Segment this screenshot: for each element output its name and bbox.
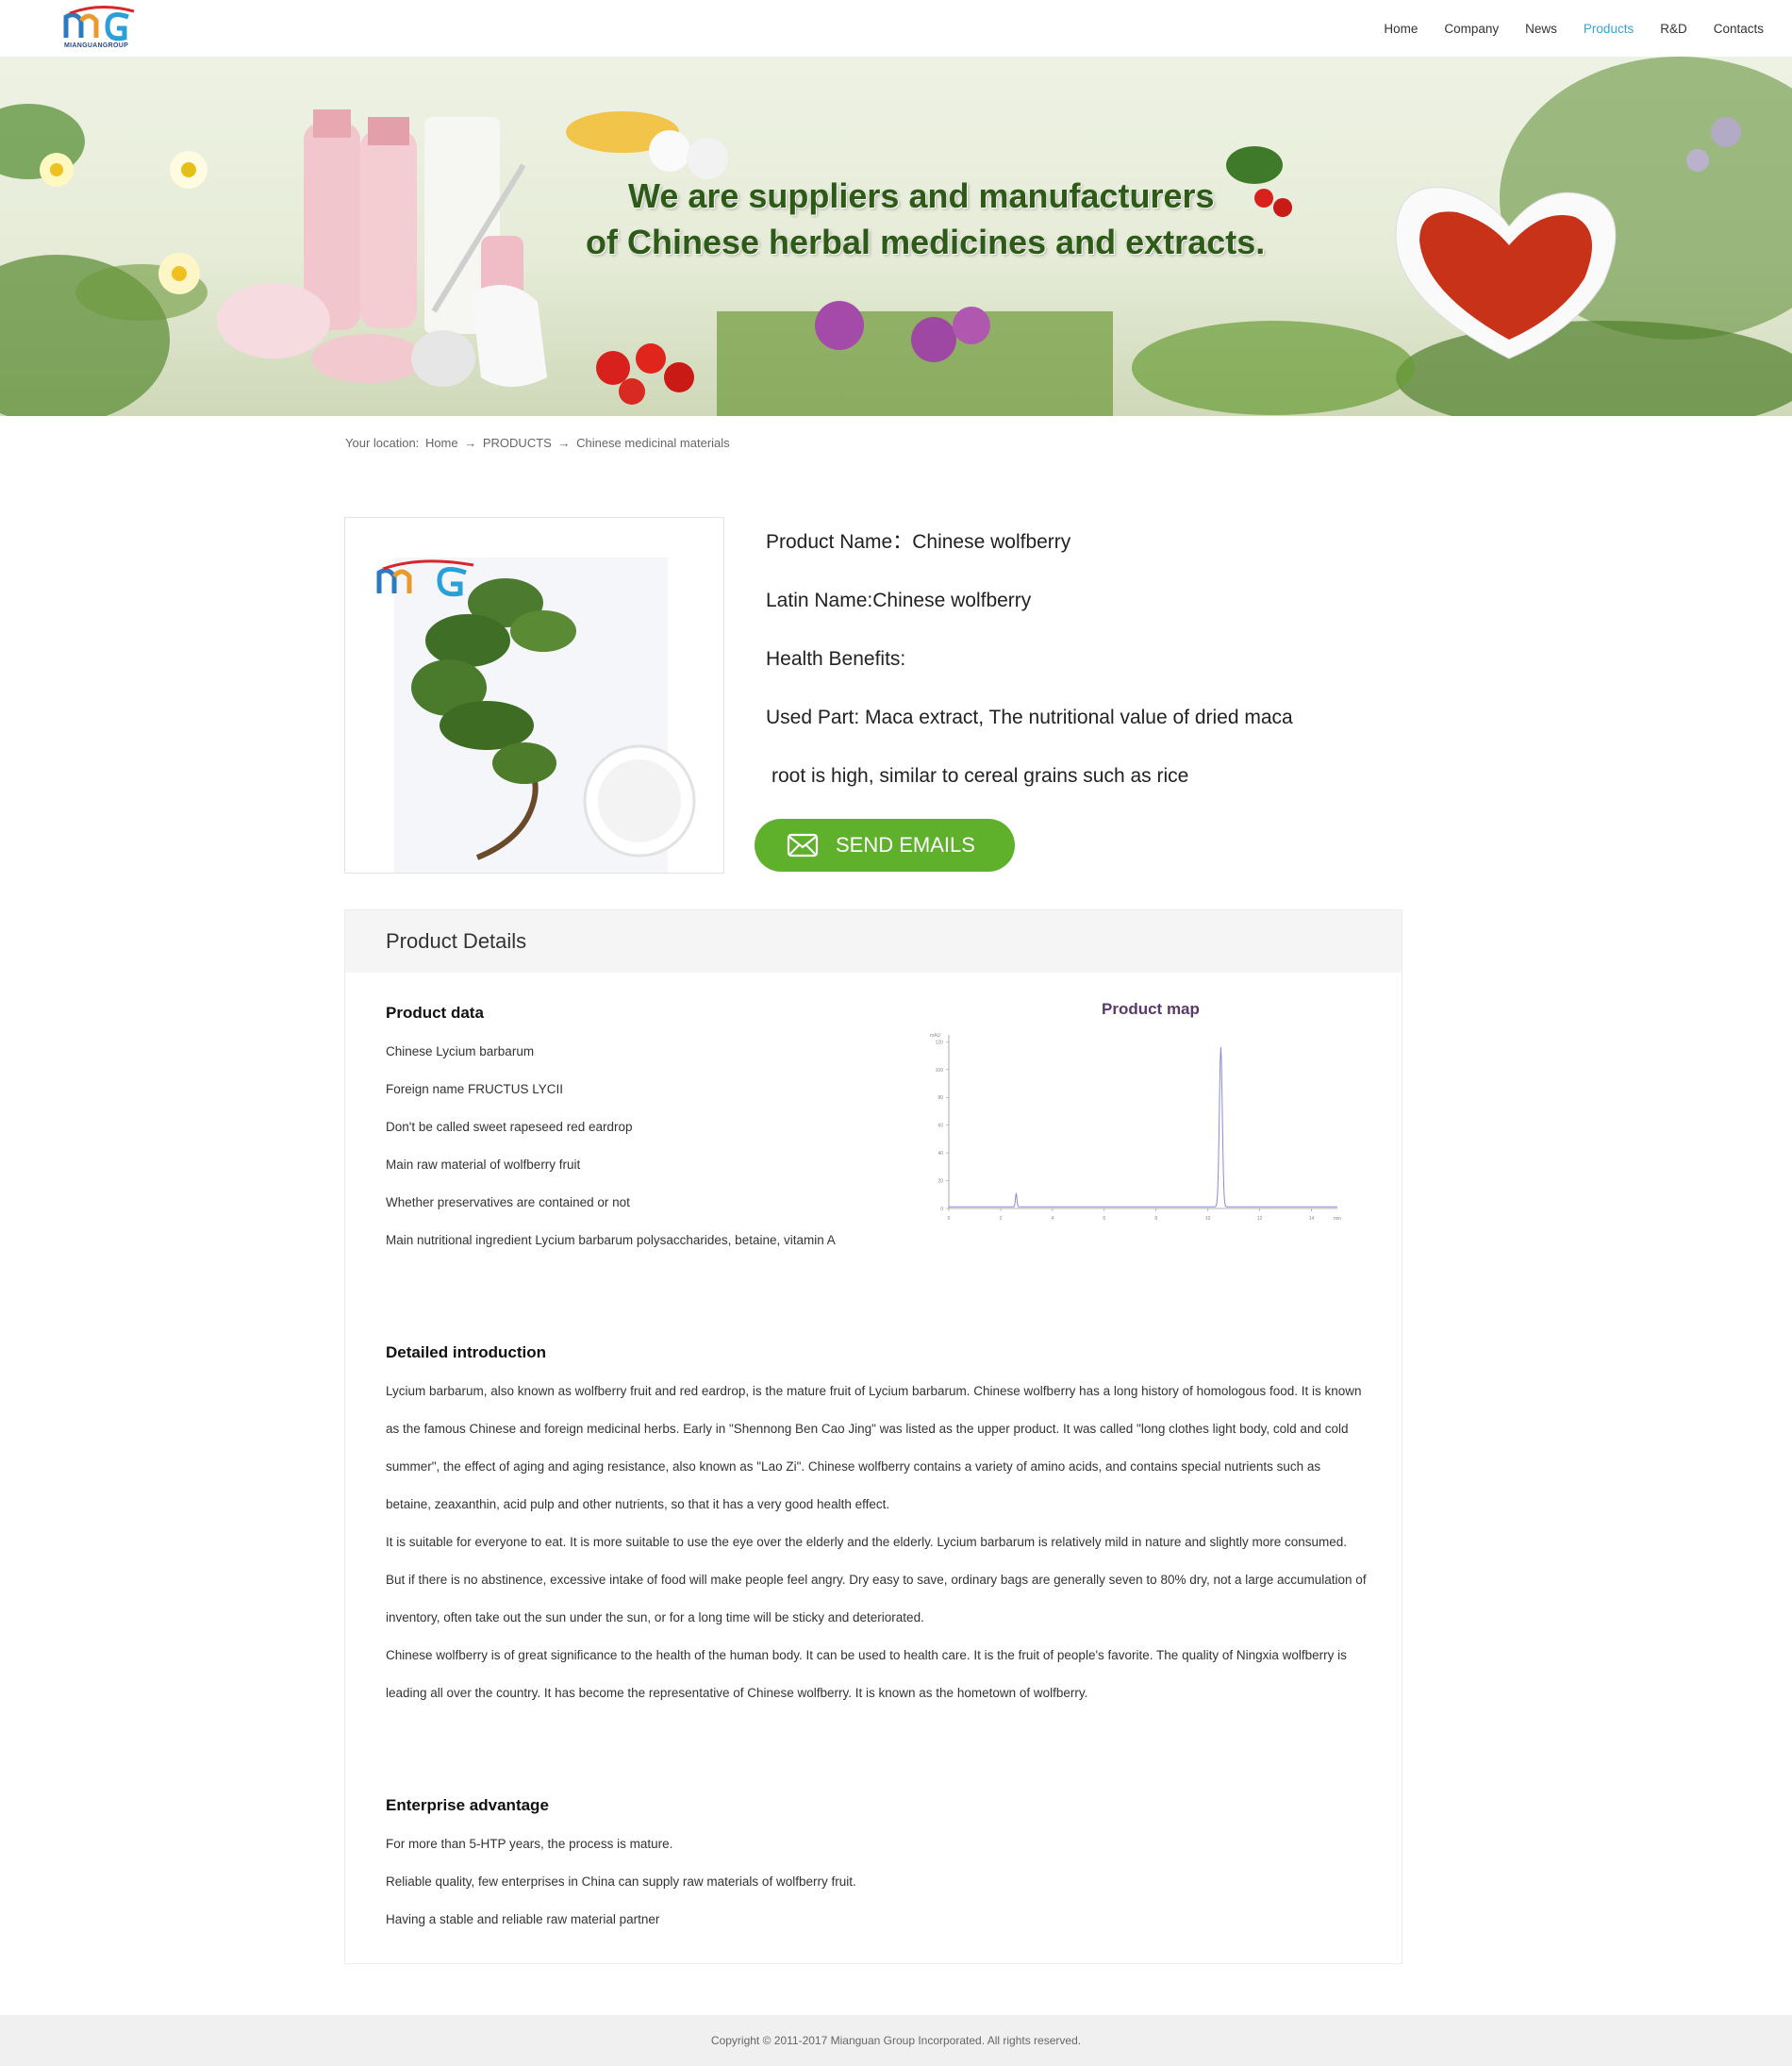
y-tick-label: 80 — [937, 1095, 943, 1101]
breadcrumb-separator: → — [464, 436, 477, 450]
nav-company[interactable]: Company — [1444, 22, 1499, 36]
x-tick-label: 0 — [948, 1216, 951, 1222]
main-nav: Home Company News Products R&D Contacts — [1357, 0, 1764, 57]
nav-news[interactable]: News — [1525, 22, 1557, 36]
breadcrumb-separator: → — [557, 436, 571, 450]
y-tick-label: 120 — [936, 1040, 944, 1045]
y-unit-label: mAU — [930, 1033, 941, 1039]
nav-rd[interactable]: R&D — [1660, 22, 1687, 36]
product-data-item: Main nutritional ingredient Lycium barba… — [386, 1233, 836, 1247]
enterprise-item: Having a stable and reliable raw materia… — [386, 1912, 660, 1926]
detailed-paragraph: Lycium barbarum, also known as wolfberry… — [386, 1384, 1362, 1511]
nav-home[interactable]: Home — [1384, 22, 1418, 36]
send-emails-label: SEND EMAILS — [836, 833, 975, 857]
breadcrumb-current[interactable]: Chinese medicinal materials — [576, 436, 730, 450]
used-part-continued: root is high, similar to cereal grains s… — [772, 765, 1189, 787]
breadcrumb-home[interactable]: Home — [425, 436, 458, 450]
product-data-item: Main raw material of wolfberry fruit — [386, 1158, 581, 1172]
send-emails-button[interactable]: SEND EMAILS — [755, 819, 1015, 872]
x-tick-label: 10 — [1205, 1216, 1211, 1222]
y-tick-label: 40 — [937, 1151, 943, 1157]
x-tick-label: 8 — [1154, 1216, 1157, 1222]
detailed-paragraph: Chinese wolfberry is of great significan… — [386, 1648, 1347, 1700]
latin-name: Latin Name:Chinese wolfberry — [766, 590, 1032, 611]
detailed-introduction-title: Detailed introduction — [386, 1343, 546, 1361]
nav-contacts[interactable]: Contacts — [1714, 22, 1764, 36]
x-tick-label: 4 — [1051, 1216, 1054, 1222]
enterprise-item: For more than 5-HTP years, the process i… — [386, 1837, 673, 1851]
banner-headline-line2: of Chinese herbal medicines and extracts… — [586, 223, 1266, 261]
site-header: MIANGUANGROUP Home Company News Products… — [0, 0, 1792, 57]
y-tick-label: 60 — [937, 1124, 943, 1129]
x-tick-label: 6 — [1103, 1216, 1105, 1222]
product-map-title: Product map — [1102, 1000, 1200, 1018]
health-benefits: Health Benefits: — [766, 648, 906, 670]
product-details-panel: Product Details Product data Chinese Lyc… — [344, 909, 1402, 1964]
envelope-icon — [787, 833, 819, 858]
product-data-item: Whether preservatives are contained or n… — [386, 1195, 630, 1209]
product-data-item: Foreign name FRUCTUS LYCII — [386, 1082, 564, 1096]
detailed-paragraph: It is suitable for everyone to eat. It i… — [386, 1535, 1367, 1624]
chromatogram-trace — [949, 1046, 1337, 1208]
chromatogram-chart: 0 20 40 60 80 100 120 0 2 4 6 8 10 12 14 mAU min — [930, 1033, 1341, 1222]
x-tick-label: 2 — [1000, 1216, 1003, 1222]
x-tick-label: 14 — [1309, 1216, 1315, 1222]
y-tick-label: 20 — [937, 1179, 943, 1185]
breadcrumb-prefix: Your location: — [345, 436, 420, 450]
product-photo — [376, 558, 696, 873]
enterprise-advantage-title: Enterprise advantage — [386, 1796, 549, 1814]
x-unit-label: min — [1334, 1216, 1341, 1222]
product-details-heading: Product Details — [345, 910, 1402, 973]
banner-headline-line1: We are suppliers and manufacturers — [628, 176, 1215, 215]
product-info: Product Name：Chinese wolfberry Latin Nam… — [766, 517, 1369, 809]
hero-banner: We are suppliers and manufacturers of Ch… — [0, 57, 1792, 416]
copyright-text: Copyright © 2011-2017 Mianguan Group Inc… — [710, 2034, 1082, 2047]
enterprise-item: Reliable quality, few enterprises in Chi… — [386, 1874, 856, 1889]
product-data-item: Don't be called sweet rapeseed red eardr… — [386, 1120, 633, 1134]
product-image — [344, 517, 724, 874]
used-part: Used Part: Maca extract, The nutritional… — [766, 707, 1293, 728]
site-footer: Copyright © 2011-2017 Mianguan Group Inc… — [0, 2015, 1792, 2066]
logo-text: MIANGUANGROUP — [64, 42, 129, 49]
product-data-title: Product data — [386, 1004, 484, 1022]
y-tick-label: 0 — [940, 1207, 943, 1212]
breadcrumb: Your location: Home → PRODUCTS → Chinese… — [345, 436, 733, 450]
product-name: Product Name：Chinese wolfberry — [766, 531, 1071, 553]
y-tick-label: 100 — [936, 1068, 944, 1074]
breadcrumb-products[interactable]: PRODUCTS — [483, 436, 552, 450]
product-data-item: Chinese Lycium barbarum — [386, 1044, 535, 1058]
x-tick-label: 12 — [1257, 1216, 1263, 1222]
nav-products[interactable]: Products — [1584, 22, 1634, 36]
